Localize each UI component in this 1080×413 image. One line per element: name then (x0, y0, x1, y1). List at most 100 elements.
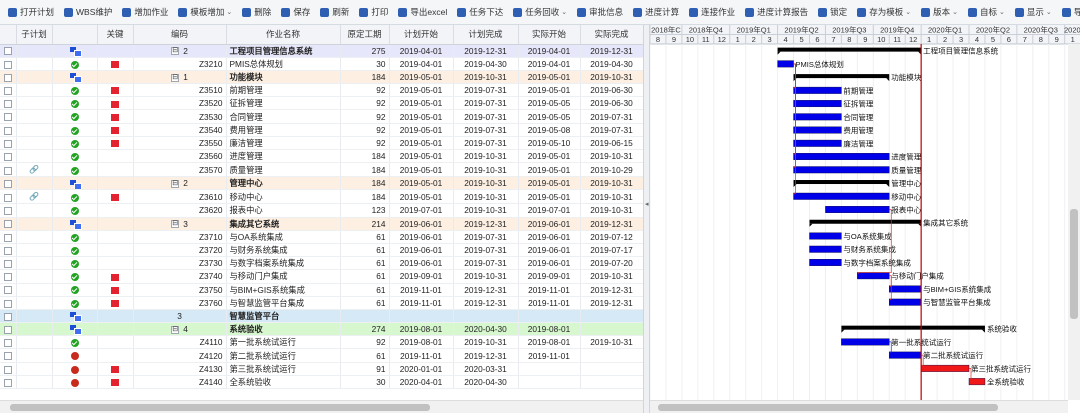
toolbar-button-lock[interactable]: 锁定 (814, 3, 851, 22)
row-select-cell[interactable] (0, 136, 17, 151)
row-select-cell[interactable] (0, 269, 17, 284)
collapse-toggle-icon[interactable]: ⊟ (171, 180, 180, 189)
row-select-cell[interactable] (0, 283, 17, 297)
collapse-toggle-icon[interactable]: ⊟ (171, 73, 180, 82)
toolbar-button-task-recall[interactable]: 任务回收 ⌄ (509, 3, 571, 22)
row-checkbox[interactable] (3, 100, 12, 109)
row-select-cell[interactable] (0, 162, 17, 178)
wbs-row[interactable]: ⊟ 1 功能模块 184 2019-05-01 2019-10-31 2019-05-01 2… (0, 70, 643, 85)
toolbar-button-template-add[interactable]: 模板增加 ⌄ (174, 3, 236, 22)
row-select-cell[interactable] (0, 309, 17, 324)
row-select-cell[interactable] (0, 256, 17, 271)
row-checkbox[interactable] (3, 339, 12, 348)
row-checkbox[interactable] (3, 246, 12, 255)
toolbar-button-import[interactable]: 导入⌄ (1058, 3, 1080, 22)
col-duration-header[interactable]: 原定工期 (340, 25, 390, 45)
toolbar-button-target[interactable]: 自标 ⌄ (964, 3, 1009, 22)
row-checkbox[interactable] (3, 207, 12, 216)
task-row[interactable]: Z3740 与移动门户集成 61 2019-09-01 2019-10-31 2019-0… (0, 269, 643, 284)
wbs-row[interactable]: ⊟ 3 集成其它系统 214 2019-06-01 2019-12-31 2019-06-0… (0, 217, 643, 231)
toolbar-button-task-issue[interactable]: 任务下达 (453, 3, 507, 22)
toolbar-button-version[interactable]: 版本 ⌄ (917, 3, 962, 22)
toolbar-button-print[interactable]: 打印 (355, 3, 392, 22)
task-row[interactable]: Z3730 与数字档案系统集成 61 2019-06-01 2019-07-31 2019… (0, 256, 643, 271)
row-select-cell[interactable] (0, 70, 17, 85)
row-select-cell[interactable] (0, 96, 17, 111)
row-checkbox[interactable] (3, 60, 12, 69)
vertical-scroll-thumb[interactable] (1070, 209, 1078, 319)
toolbar-button-delete[interactable]: 删除 (238, 3, 275, 22)
row-checkbox[interactable] (3, 113, 12, 122)
toolbar-button-save[interactable]: 保存 (277, 3, 314, 22)
row-checkbox[interactable] (3, 352, 12, 361)
task-row[interactable]: Z4110 第一批系统试运行 92 2019-08-01 2019-10-31 2019-… (0, 335, 643, 350)
row-checkbox[interactable] (3, 152, 12, 161)
row-checkbox[interactable] (3, 299, 12, 308)
col-plan-start-header[interactable]: 计划开始 (389, 25, 454, 45)
row-checkbox[interactable] (3, 193, 12, 202)
col-icon-header[interactable] (52, 25, 98, 45)
col-subplan-header[interactable]: 子计划 (16, 25, 53, 45)
task-row[interactable]: Z3760 与智慧监管平台集成 61 2019-11-01 2019-12-31 2019… (0, 296, 643, 310)
collapse-toggle-icon[interactable]: ⊟ (171, 220, 180, 229)
task-row[interactable]: 🔗 Z3570 质量管理 184 2019-05-01 2019-10-31 2019-05… (0, 162, 643, 178)
row-select-cell[interactable] (0, 203, 17, 218)
row-select-cell[interactable] (0, 217, 17, 231)
row-select-cell[interactable] (0, 149, 17, 164)
row-select-cell[interactable] (0, 57, 17, 71)
collapse-toggle-icon[interactable]: ⊟ (171, 325, 180, 334)
toolbar-button-link-task[interactable]: 连接作业 (685, 3, 739, 22)
task-row[interactable]: Z3210 PMIS总体规划 30 2019-04-01 2019-04-30 2019-… (0, 57, 643, 71)
col-name-header[interactable]: 作业名称 (226, 25, 341, 45)
row-checkbox[interactable] (3, 273, 12, 282)
row-select-cell[interactable] (0, 243, 17, 258)
row-select-cell[interactable] (0, 123, 17, 137)
grid-scroll-thumb[interactable] (10, 404, 430, 411)
col-select-header[interactable] (0, 25, 17, 45)
toolbar-button-refresh[interactable]: 刷新 (316, 3, 353, 22)
row-checkbox[interactable] (3, 139, 12, 148)
col-plan-end-header[interactable]: 计划完成 (453, 25, 519, 45)
row-checkbox[interactable] (3, 365, 12, 374)
task-row[interactable]: Z4140 全系统验收 30 2020-04-01 2020-04-30 (0, 375, 643, 390)
task-row[interactable]: Z3510 前期管理 92 2019-05-01 2019-07-31 2019-05-0… (0, 83, 643, 98)
row-select-cell[interactable] (0, 348, 17, 363)
wbs-row[interactable]: ⊟ 2 工程项目管理信息系统 275 2019-04-01 2019-12-31 2019-… (0, 44, 643, 58)
row-checkbox[interactable] (3, 47, 12, 56)
task-row[interactable]: Z3750 与BIM+GIS系统集成 61 2019-11-01 2019-12-31 2… (0, 283, 643, 297)
task-row[interactable]: Z4120 第二批系统试运行 61 2019-11-01 2019-12-31 2019-… (0, 348, 643, 363)
wbs-row[interactable]: ⊟ 4 系统验收 274 2019-08-01 2020-04-30 2019-08-01 (0, 322, 643, 337)
row-checkbox[interactable] (3, 86, 12, 95)
row-checkbox[interactable] (3, 260, 12, 269)
task-row[interactable]: Z3540 费用管理 92 2019-05-01 2019-07-31 2019-05-0… (0, 123, 643, 137)
row-select-cell[interactable] (0, 109, 17, 124)
task-row[interactable]: Z4130 第三批系统试运行 91 2020-01-01 2020-03-31 (0, 362, 643, 376)
col-actual-end-header[interactable]: 实际完成 (580, 25, 643, 45)
row-checkbox[interactable] (3, 233, 12, 242)
row-checkbox[interactable] (3, 378, 12, 387)
toolbar-button-save-template[interactable]: 存为模板 ⌄ (853, 3, 915, 22)
vertical-scrollbar[interactable] (1068, 44, 1080, 400)
toolbar-button-plus[interactable]: WBS维护 (60, 3, 116, 22)
toolbar-button-open-plan[interactable]: 打开计划 (4, 3, 58, 22)
task-row[interactable]: Z3710 与OA系统集成 61 2019-06-01 2019-07-31 2019-0… (0, 230, 643, 244)
toolbar-button-export-excel[interactable]: 导出excel (394, 3, 451, 22)
gantt-scroll-thumb[interactable] (658, 404, 998, 411)
task-row[interactable]: 🔗 Z3610 移动中心 184 2019-05-01 2019-10-31 2019-05… (0, 189, 643, 205)
col-actual-start-header[interactable]: 实际开始 (518, 25, 581, 45)
row-select-cell[interactable] (0, 189, 17, 205)
task-row[interactable]: Z3620 报表中心 123 2019-07-01 2019-10-31 2019-07-… (0, 203, 643, 218)
task-row[interactable]: Z3720 与财务系统集成 61 2019-06-01 2019-07-31 2019-0… (0, 243, 643, 258)
toolbar-button-display[interactable]: 显示 ⌄ (1011, 3, 1056, 22)
row-checkbox[interactable] (3, 126, 12, 135)
row-select-cell[interactable] (0, 176, 17, 191)
col-critical-header[interactable]: 关键 (97, 25, 134, 45)
gantt-horizontal-scrollbar[interactable] (650, 400, 1068, 413)
wbs-row[interactable]: 3 智慧监管平台 (0, 309, 643, 324)
row-select-cell[interactable] (0, 322, 17, 337)
row-select-cell[interactable] (0, 44, 17, 58)
grid-horizontal-scrollbar[interactable] (0, 400, 643, 413)
row-checkbox[interactable] (3, 220, 12, 229)
toolbar-button-progress-calc[interactable]: 进度计算 (629, 3, 683, 22)
task-row[interactable]: Z3560 进度管理 184 2019-05-01 2019-10-31 2019-05-… (0, 149, 643, 164)
